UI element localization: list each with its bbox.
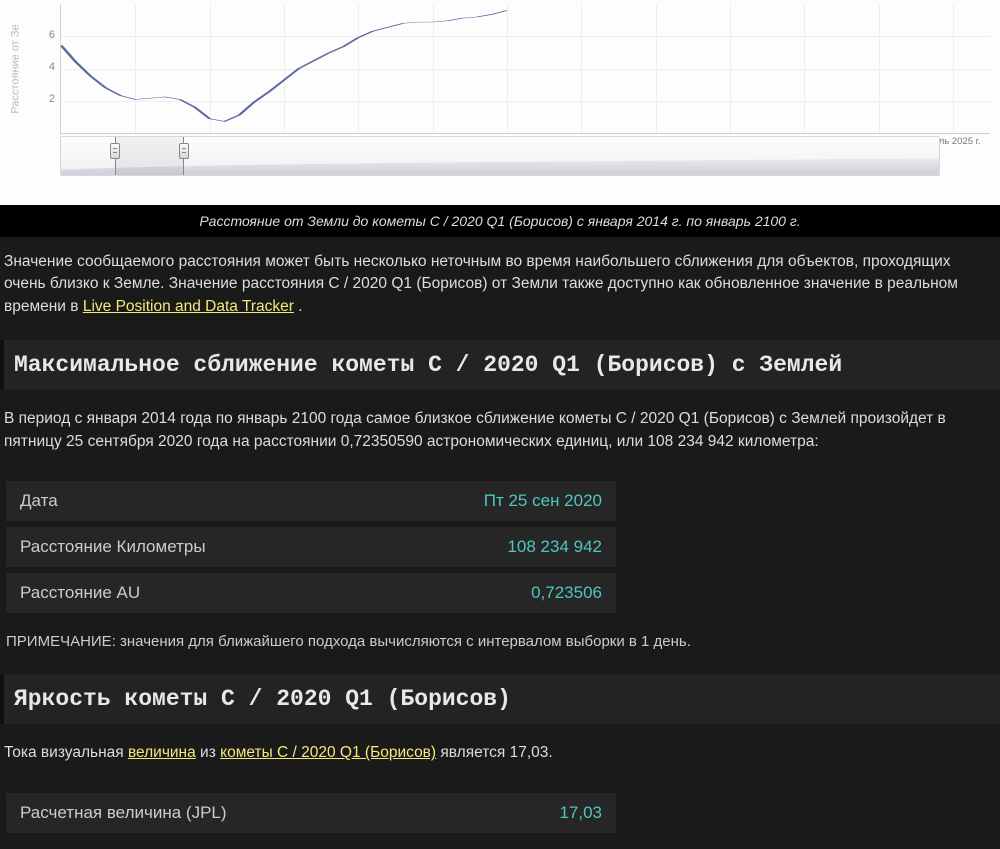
row-key: Расстояние AU [6,573,342,613]
range-selection[interactable] [115,137,183,175]
row-value: 108 234 942 [342,527,617,567]
y-tick: 6 [31,29,55,41]
live-tracker-link[interactable]: Live Position and Data Tracker [83,298,294,315]
row-value: Пт 25 сен 2020 [342,481,617,521]
range-handle-right[interactable] [179,143,189,159]
closest-approach-paragraph: В период с января 2014 года по январь 21… [0,394,1000,461]
table-row: Расстояние Километры 108 234 942 [6,527,616,567]
row-key: Расстояние Километры [6,527,342,567]
row-key: Расчетная величина (JPL) [6,793,342,833]
approach-note: ПРИМЕЧАНИЕ: значения для ближайшего подх… [0,623,1000,660]
chart-plot-area: Расстояние от Зе 6 4 2 Янв 2020 Июл 2020… [60,4,990,134]
comet-link[interactable]: кометы C / 2020 Q1 (Борисов) [220,744,436,761]
intro-paragraph: Значение сообщаемого расстояния может бы… [0,237,1000,326]
brightness-paragraph: Тока визуальная величина из кометы C / 2… [0,728,1000,772]
brightness-table: Расчетная величина (JPL) 17,03 [6,787,616,839]
magnitude-link[interactable]: величина [128,744,196,761]
brightness-heading: Яркость кометы C / 2020 Q1 (Борисов) [0,674,1000,724]
table-row: Расстояние AU 0,723506 [6,573,616,613]
row-value: 0,723506 [342,573,617,613]
distance-chart: Расстояние от Зе 6 4 2 Янв 2020 Июл 2020… [0,0,1000,205]
table-row: Расчетная величина (JPL) 17,03 [6,793,616,833]
closest-approach-table: Дата Пт 25 сен 2020 Расстояние Километры… [6,475,616,619]
closest-approach-heading: Максимальное сближение кометы C / 2020 Q… [0,340,1000,390]
chart-caption: Расстояние от Земли до кометы C / 2020 Q… [0,205,1000,237]
row-value: 17,03 [342,793,617,833]
range-navigator[interactable] [60,136,940,176]
y-tick: 4 [31,61,55,73]
y-axis-label: Расстояние от Зе [6,4,26,134]
table-row: Дата Пт 25 сен 2020 [6,481,616,521]
row-key: Дата [6,481,342,521]
range-handle-left[interactable] [110,143,120,159]
chart-line [61,4,990,133]
y-tick: 2 [31,93,55,105]
